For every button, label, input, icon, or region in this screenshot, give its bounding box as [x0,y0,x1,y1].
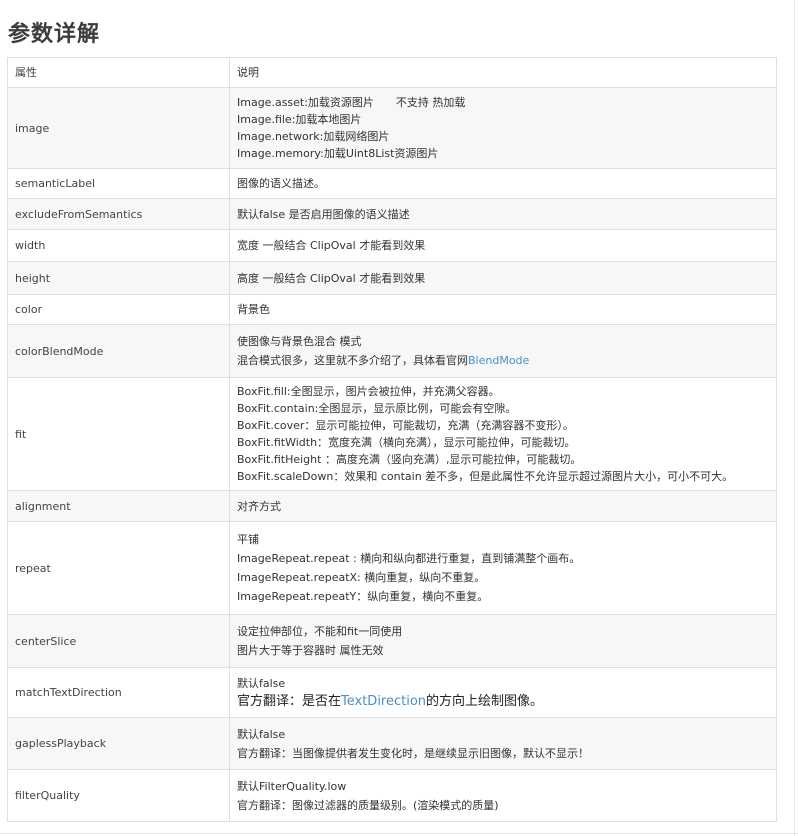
table-row: alignment 对齐方式 [7,490,777,522]
desc-line: 默认false [237,727,286,741]
param-desc: 图像的语义描述。 [229,168,777,199]
param-name: excludeFromSemantics [7,198,230,230]
table-row: excludeFromSemantics 默认false 是否启用图像的语义描述 [7,198,777,230]
desc-line: BoxFit.fitWidth：宽度充满（横向充满），显示可能拉伸，可能裁切。 [237,436,576,449]
table-row: color 背景色 [7,294,777,325]
table-row: height 高度 一般结合 ClipOval 才能看到效果 [7,261,777,295]
desc-line: 官方翻译：当图像提供者发生变化时，是继续显示旧图像，默认不显示！ [237,746,589,760]
header-name-cell: 属性 [7,57,230,88]
desc-line: 默认false 是否启用图像的语义描述 [237,207,410,221]
param-desc: 对齐方式 [229,490,777,522]
param-desc: 默认FilterQuality.low 官方翻译：图像过滤器的质量级别。(渲染模… [229,769,777,822]
param-name: repeat [7,521,230,615]
table-row: semanticLabel 图像的语义描述。 [7,168,777,199]
param-desc: 默认false 官方翻译：当图像提供者发生变化时，是继续显示旧图像，默认不显示！ [229,717,777,770]
param-name: centerSlice [7,614,230,668]
param-name: matchTextDirection [7,667,230,718]
desc-line: ImageRepeat.repeatX: 横向重复，纵向不重复。 [237,571,486,584]
table-row: fit BoxFit.fill:全图显示，图片会被拉伸，并充满父容器。 BoxF… [7,377,777,491]
textdirection-link[interactable]: TextDirection [341,694,426,709]
desc-line: BoxFit.cover：显示可能拉伸，可能裁切，充满（充满容器不变形）。 [237,419,574,432]
desc-line: BoxFit.fill:全图显示，图片会被拉伸，并充满父容器。 [237,385,500,398]
desc-line: 背景色 [237,303,270,316]
param-name: alignment [7,490,230,522]
desc-line: 默认false [237,676,286,690]
table-row: width 宽度 一般结合 ClipOval 才能看到效果 [7,229,777,262]
desc-line: Image.network:加载网络图片 [237,130,390,143]
header-desc-cell: 说明 [229,57,777,88]
desc-line: Image.file:加载本地图片 [237,113,362,126]
table-header-row: 属性 说明 [7,57,777,88]
param-name: width [7,229,230,262]
param-name: filterQuality [7,769,230,822]
desc-line: 官方翻译：是否在TextDirection的方向上绘制图像。 [237,692,769,711]
page-right-border [794,0,795,836]
desc-line: BoxFit.fitHeight ：高度充满（竖向充满）,显示可能拉伸，可能裁切… [237,453,582,466]
desc-line: BoxFit.scaleDown：效果和 contain 差不多，但是此属性不允… [237,470,734,483]
param-name: height [7,261,230,295]
desc-text: 混合模式很多，这里就不多介绍了，具体看官网 [237,354,468,367]
page-title: 参数详解 [8,22,101,47]
desc-line: 官方翻译：图像过滤器的质量级别。(渲染模式的质量) [237,798,499,812]
param-desc: 平铺 ImageRepeat.repeat : 横向和纵向都进行重复，直到铺满整… [229,521,777,615]
table-row: repeat 平铺 ImageRepeat.repeat : 横向和纵向都进行重… [7,521,777,615]
param-name: fit [7,377,230,491]
param-desc: 背景色 [229,294,777,325]
desc-line: 使图像与背景色混合 模式 [237,335,362,348]
table-row: image Image.asset:加载资源图片 不支持 热加载 Image.f… [7,87,777,169]
desc-line: 图像的语义描述。 [237,177,325,190]
blendmode-link[interactable]: BlendMode [468,354,529,367]
desc-line: 图片大于等于容器时 属性无效 [237,644,384,657]
desc-line: 平铺 [237,533,259,546]
desc-text: 的方向上绘制图像。 [426,693,544,709]
desc-line: 高度 一般结合 ClipOval 才能看到效果 [237,271,426,285]
param-name: semanticLabel [7,168,230,199]
desc-line: 对齐方式 [237,499,281,513]
table-row: matchTextDirection 默认false 官方翻译：是否在TextD… [7,667,777,718]
desc-line: 默认FilterQuality.low [237,779,347,793]
desc-line: 宽度 一般结合 ClipOval 才能看到效果 [237,239,426,252]
table-row: gaplessPlayback 默认false 官方翻译：当图像提供者发生变化时… [7,717,777,770]
desc-line: ImageRepeat.repeat : 横向和纵向都进行重复，直到铺满整个画布… [237,552,581,565]
param-name: color [7,294,230,325]
param-desc: 默认false 官方翻译：是否在TextDirection的方向上绘制图像。 [229,667,777,718]
param-desc: 使图像与背景色混合 模式 混合模式很多，这里就不多介绍了，具体看官网BlendM… [229,324,777,378]
param-desc: 设定拉伸部位，不能和fit一同使用 图片大于等于容器时 属性无效 [229,614,777,668]
desc-line: BoxFit.contain:全图显示，显示原比例，可能会有空隙。 [237,402,517,415]
desc-text: 官方翻译：是否在 [237,693,342,709]
desc-line: Image.asset:加载资源图片 不支持 热加载 [237,96,466,109]
param-desc: 高度 一般结合 ClipOval 才能看到效果 [229,261,777,295]
param-desc: 默认false 是否启用图像的语义描述 [229,198,777,230]
table-row: filterQuality 默认FilterQuality.low 官方翻译：图… [7,769,777,822]
desc-line: 设定拉伸部位，不能和fit一同使用 [237,625,403,638]
desc-line: Image.memory:加载Uint8List资源图片 [237,147,439,160]
page-bottom-border [0,833,798,834]
param-desc: BoxFit.fill:全图显示，图片会被拉伸，并充满父容器。 BoxFit.c… [229,377,777,491]
desc-line: 混合模式很多，这里就不多介绍了，具体看官网BlendMode [237,351,769,370]
param-desc: 宽度 一般结合 ClipOval 才能看到效果 [229,229,777,262]
param-name: gaplessPlayback [7,717,230,770]
table-row: colorBlendMode 使图像与背景色混合 模式 混合模式很多，这里就不多… [7,324,777,378]
table-row: centerSlice 设定拉伸部位，不能和fit一同使用 图片大于等于容器时 … [7,614,777,668]
params-table: 属性 说明 image Image.asset:加载资源图片 不支持 热加载 I… [7,57,777,822]
param-desc: Image.asset:加载资源图片 不支持 热加载 Image.file:加载… [229,87,777,169]
desc-line: ImageRepeat.repeatY：纵向重复，横向不重复。 [237,590,489,603]
param-name: colorBlendMode [7,324,230,378]
param-name: image [7,87,230,169]
